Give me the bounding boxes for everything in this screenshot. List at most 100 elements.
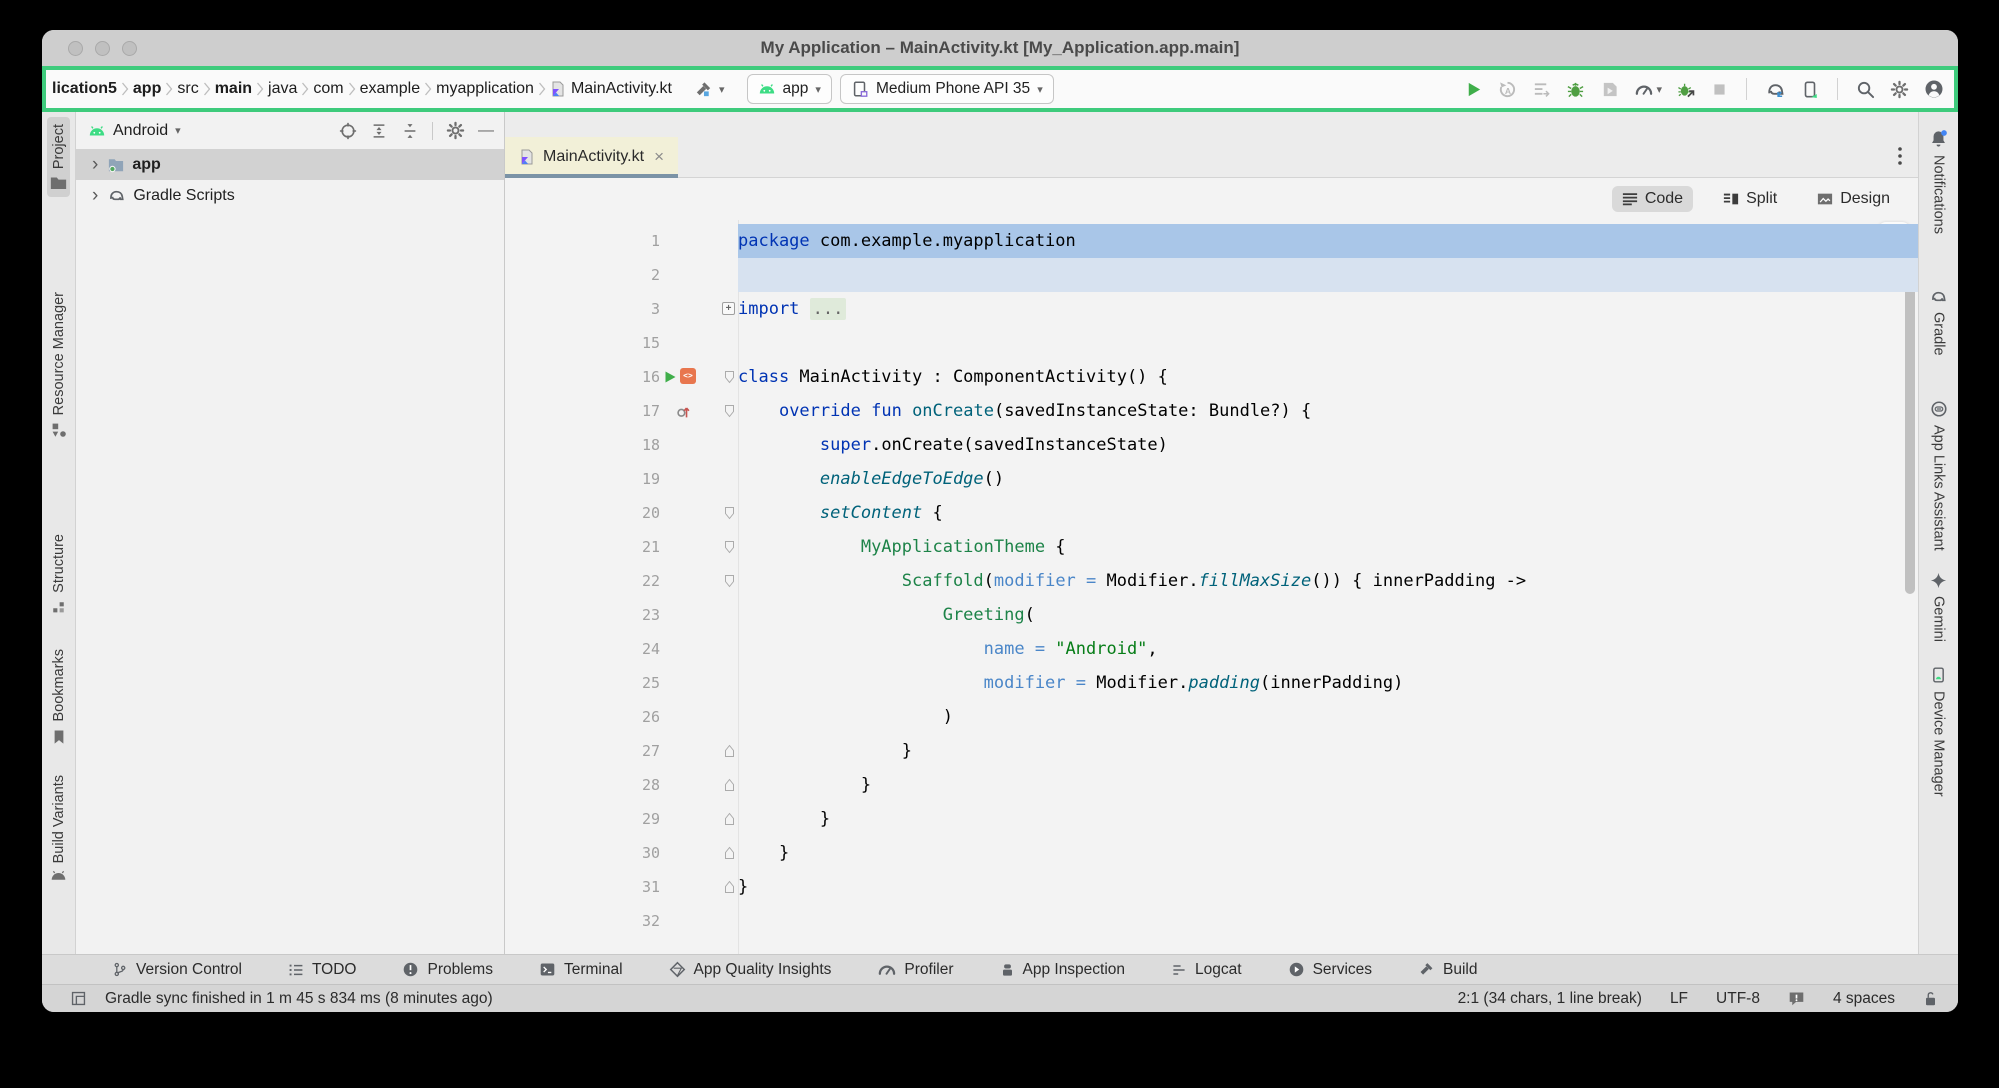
run-gutter-icon[interactable] [664, 371, 676, 383]
view-mode-code-button[interactable]: Code [1612, 186, 1693, 212]
compose-preview-icon[interactable]: <> [680, 368, 696, 384]
tool-tab-bookmarks[interactable]: Bookmarks [48, 642, 70, 752]
fold-region-start-icon[interactable] [724, 574, 735, 588]
gradle-sync-button[interactable] [1765, 80, 1786, 99]
title-bar[interactable]: My Application – MainActivity.kt [My_App… [42, 30, 1958, 66]
fold-region-start-icon[interactable] [724, 370, 735, 384]
file-encoding[interactable]: UTF-8 [1716, 990, 1760, 1008]
code-line-2[interactable]: 2 [505, 258, 1918, 292]
view-mode-split-button[interactable]: Split [1713, 186, 1787, 212]
fold-region-start-icon[interactable] [724, 540, 735, 554]
debug-button[interactable] [1566, 80, 1585, 99]
locate-file-button-icon[interactable] [339, 122, 357, 140]
collapse-all-button-icon[interactable] [401, 122, 419, 140]
chevron-down-icon[interactable]: ▾ [175, 124, 181, 137]
run-configuration-select[interactable]: app ▾ [747, 74, 832, 104]
panel-options-button-icon[interactable] [446, 121, 465, 140]
code-line-28[interactable]: 28 } [505, 768, 1918, 802]
file-writable-toggle-icon[interactable] [1923, 990, 1938, 1007]
tool-tab-gradle[interactable]: Gradle [1926, 281, 1951, 363]
breadcrumb-item-com[interactable]: com [313, 80, 343, 98]
attach-debugger-button[interactable] [1677, 80, 1696, 99]
code-line-17[interactable]: 17 override fun onCreate(savedInstanceSt… [505, 394, 1918, 428]
search-everywhere-button[interactable] [1856, 80, 1875, 99]
code-line-18[interactable]: 18 super.onCreate(savedInstanceState) [505, 428, 1918, 462]
expand-all-button-icon[interactable] [370, 122, 388, 140]
run-button[interactable] [1464, 80, 1483, 99]
overrides-method-icon[interactable] [676, 404, 690, 419]
fold-region-end-icon[interactable] [724, 744, 735, 758]
account-button[interactable] [1924, 79, 1944, 99]
tool-window-button-build[interactable]: Build [1418, 961, 1477, 979]
tool-tab-structure[interactable]: Structure [48, 527, 70, 622]
close-tab-icon[interactable]: × [654, 147, 664, 167]
code-line-19[interactable]: 19 enableEdgeToEdge() [505, 462, 1918, 496]
code-line-15[interactable]: 15 [505, 326, 1918, 360]
breadcrumb-item-lication5[interactable]: lication5 [52, 80, 117, 98]
fold-region-start-icon[interactable] [724, 506, 735, 520]
tool-tab-build-variants[interactable]: Build Variants [47, 768, 70, 888]
tool-window-layout-button-icon[interactable] [70, 990, 87, 1007]
hide-panel-button[interactable]: — [478, 122, 494, 140]
tool-window-button-app-quality-insights[interactable]: App Quality Insights [669, 961, 832, 979]
code-line-31[interactable]: 31} [505, 870, 1918, 904]
device-select[interactable]: Medium Phone API 35 ▾ [840, 74, 1054, 104]
settings-button[interactable] [1890, 80, 1909, 99]
code-line-25[interactable]: 25 modifier = Modifier.padding(innerPadd… [505, 666, 1918, 700]
caret-position[interactable]: 2:1 (34 chars, 1 line break) [1458, 990, 1642, 1008]
code-line-23[interactable]: 23 Greeting( [505, 598, 1918, 632]
code-line-21[interactable]: 21 MyApplicationTheme { [505, 530, 1918, 564]
tree-node-app[interactable]: ›app [76, 149, 504, 180]
code-line-3[interactable]: 3+import ... [505, 292, 1918, 326]
breadcrumb-item-mainactivity-kt[interactable]: MainActivity.kt [550, 80, 672, 98]
tool-tab-device-manager[interactable]: Device Manager [1927, 659, 1950, 804]
inspection-highlight-button-icon[interactable] [1788, 990, 1805, 1007]
line-separator[interactable]: LF [1670, 990, 1688, 1008]
fold-region-end-icon[interactable] [724, 846, 735, 860]
tool-window-button-services[interactable]: Services [1288, 961, 1372, 979]
tool-window-button-version-control[interactable]: Version Control [112, 961, 242, 979]
code-line-26[interactable]: 26 ) [505, 700, 1918, 734]
apply-changes-button[interactable]: A [1498, 80, 1517, 99]
tool-window-button-profiler[interactable]: Profiler [877, 960, 953, 979]
tool-window-button-terminal[interactable]: Terminal [539, 961, 623, 979]
code-line-30[interactable]: 30 } [505, 836, 1918, 870]
stop-button[interactable] [1711, 81, 1728, 98]
code-line-24[interactable]: 24 name = "Android", [505, 632, 1918, 666]
fold-region-start-icon[interactable] [724, 404, 735, 418]
code-line-20[interactable]: 20 setContent { [505, 496, 1918, 530]
code-line-22[interactable]: 22 Scaffold(modifier = Modifier.fillMaxS… [505, 564, 1918, 598]
breadcrumb-item-main[interactable]: main [215, 80, 252, 98]
fold-region-end-icon[interactable] [724, 812, 735, 826]
tool-tab-gemini[interactable]: Gemini [1927, 565, 1950, 649]
indent-setting[interactable]: 4 spaces [1833, 990, 1895, 1008]
view-mode-design-button[interactable]: Design [1807, 186, 1900, 212]
editor-tab-mainactivity[interactable]: MainActivity.kt × [505, 137, 678, 177]
tool-window-button-todo[interactable]: TODO [288, 961, 357, 979]
fold-region-end-icon[interactable] [724, 778, 735, 792]
breadcrumb-item-src[interactable]: src [177, 80, 198, 98]
tree-node-gradle-scripts[interactable]: ›Gradle Scripts [76, 180, 504, 211]
code-line-29[interactable]: 29 } [505, 802, 1918, 836]
breadcrumb-item-myapplication[interactable]: myapplication [436, 80, 534, 98]
apply-code-changes-button[interactable] [1532, 80, 1551, 99]
tool-tab-project[interactable]: Project [47, 117, 70, 197]
chevron-right-icon[interactable]: › [92, 155, 98, 174]
code-editor[interactable]: ✓ 1package com.example.myapplication23+i… [505, 220, 1918, 954]
tab-options-menu-icon[interactable] [1898, 147, 1902, 165]
code-line-32[interactable]: 32 [505, 904, 1918, 938]
profiler-button[interactable]: ▾ [1634, 80, 1662, 99]
fold-expand-icon[interactable]: + [722, 302, 735, 315]
chevron-right-icon[interactable]: › [92, 186, 98, 205]
build-menu-button[interactable]: ▾ [694, 80, 725, 99]
tool-tab-notifications[interactable]: Notifications [1926, 122, 1951, 241]
breadcrumb-item-example[interactable]: example [360, 80, 420, 98]
tool-tab-resource-manager[interactable]: Resource Manager [48, 285, 70, 445]
tool-tab-app-links-assistant[interactable]: App Links Assistant [1927, 393, 1951, 558]
fold-region-end-icon[interactable] [724, 880, 735, 894]
profile-low-overhead-button[interactable] [1600, 80, 1619, 99]
code-line-1[interactable]: 1package com.example.myapplication [505, 224, 1918, 258]
breadcrumb-item-app[interactable]: app [133, 80, 161, 98]
device-manager-button[interactable] [1801, 80, 1819, 99]
breadcrumb-item-java[interactable]: java [268, 80, 297, 98]
